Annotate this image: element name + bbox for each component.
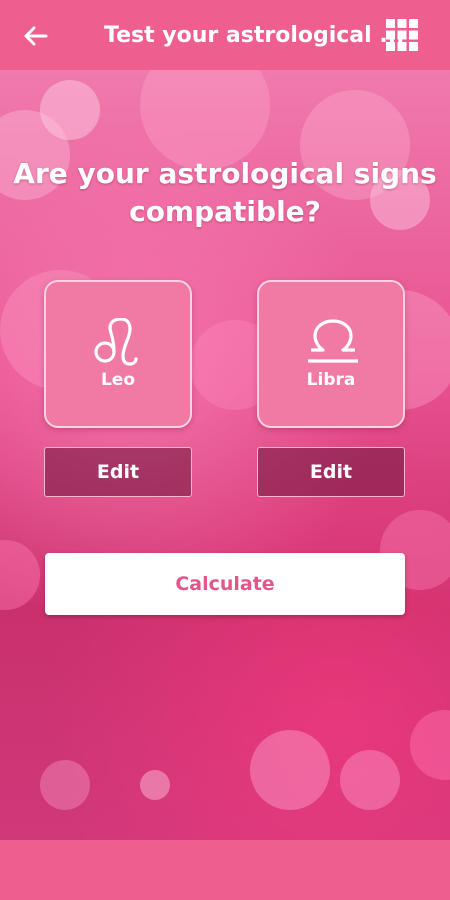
headline-line-1: Are your astrological signs xyxy=(13,157,437,190)
arrow-left-icon[interactable] xyxy=(20,20,52,52)
headline-line-2: compatible? xyxy=(129,195,321,228)
grid-icon[interactable] xyxy=(385,18,419,52)
bokeh-circle xyxy=(40,760,90,810)
bottom-bar xyxy=(0,840,450,900)
libra-icon xyxy=(308,319,358,363)
sign-label-leo: Leo xyxy=(100,370,136,390)
page-title: Test your astrological ... xyxy=(104,23,405,48)
bokeh-circle xyxy=(340,750,400,810)
edit-leo-button[interactable]: Edit xyxy=(44,447,192,497)
bokeh-circle xyxy=(140,770,170,800)
bokeh-circle xyxy=(0,540,40,610)
compatibility-headline: Are your astrological signs compatible? xyxy=(0,155,450,231)
leo-icon xyxy=(94,318,138,366)
sign-label-libra: Libra xyxy=(306,370,356,390)
sign-card-leo[interactable]: Leo xyxy=(44,280,192,428)
app-bar: Test your astrological ... xyxy=(0,0,450,70)
bokeh-circle xyxy=(40,80,100,140)
calculate-button[interactable]: Calculate xyxy=(45,553,405,615)
sign-card-libra[interactable]: Libra xyxy=(257,280,405,428)
bokeh-circle xyxy=(410,710,450,780)
edit-libra-button[interactable]: Edit xyxy=(257,447,405,497)
bokeh-circle xyxy=(250,730,330,810)
